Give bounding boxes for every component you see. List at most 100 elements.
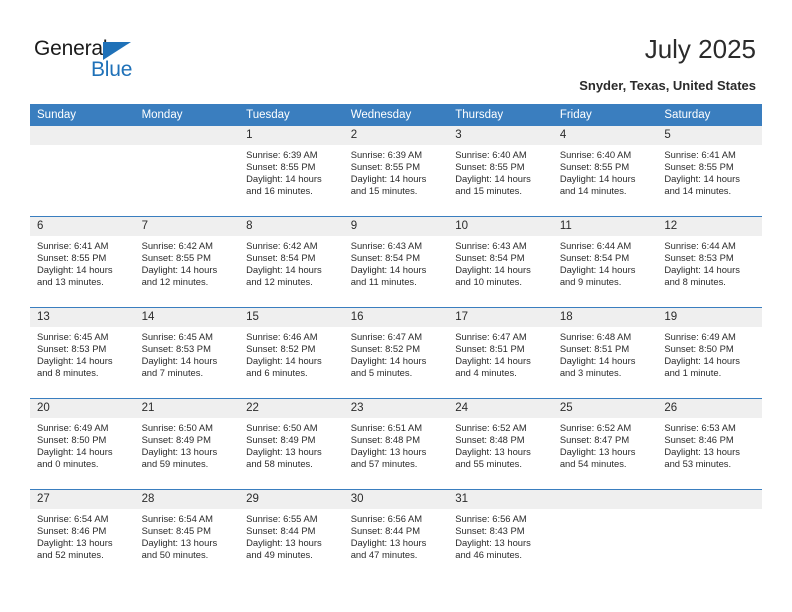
day-cell[interactable]: 20 Sunrise: 6:49 AM Sunset: 8:50 PM Dayligh… (30, 399, 135, 489)
sunset-text: Sunset: 8:55 PM (350, 160, 420, 172)
day-cell[interactable]: 24 Sunrise: 6:52 AM Sunset: 8:48 PM Dayligh… (448, 399, 553, 489)
sunset-text: Sunset: 8:54 PM (350, 251, 420, 263)
day-cell[interactable]: 22 Sunrise: 6:50 AM Sunset: 8:49 PM Dayligh… (239, 399, 344, 489)
day-cell[interactable]: 16 Sunrise: 6:47 AM Sunset: 8:52 PM Dayligh… (343, 308, 449, 398)
day-cell[interactable]: 31 Sunrise: 6:56 AM Sunset: 8:43 PM Dayligh… (448, 490, 553, 580)
sunset-text: Sunset: 8:49 PM (141, 433, 211, 445)
day-cell[interactable]: 6 Sunrise: 6:41 AM Sunset: 8:55 PM Daylight… (30, 217, 135, 307)
day-number: 16 (343, 308, 449, 327)
day-number: 25 (552, 399, 658, 418)
day-number: 30 (343, 490, 449, 509)
sunset-text: Sunset: 8:52 PM (350, 342, 420, 354)
day-cell[interactable]: 17 Sunrise: 6:47 AM Sunset: 8:51 PM Dayligh… (448, 308, 553, 398)
calendar-cell: 18 Sunrise: 6:48 AM Sunset: 8:51 PM Dayligh… (552, 307, 658, 399)
calendar-cell: 5 Sunrise: 6:41 AM Sunset: 8:55 PM Daylight… (657, 126, 762, 217)
day-number: 6 (30, 217, 135, 236)
day-cell[interactable]: 29 Sunrise: 6:55 AM Sunset: 8:44 PM Dayligh… (239, 490, 344, 580)
day-cell[interactable]: 26 Sunrise: 6:53 AM Sunset: 8:46 PM Dayligh… (657, 399, 762, 489)
day-number: 18 (552, 308, 658, 327)
calendar-cell: 13 Sunrise: 6:45 AM Sunset: 8:53 PM Dayligh… (30, 307, 135, 399)
day-cell-empty (134, 126, 240, 216)
page-header: General Blue July 2025 Snyder, Texas, Un… (0, 0, 792, 104)
day-number: 4 (552, 126, 658, 145)
calendar-cell: 14 Sunrise: 6:45 AM Sunset: 8:53 PM Dayligh… (134, 307, 240, 399)
page-title: July 2025 (644, 34, 756, 64)
daylight-text: Daylight: 14 hours and 7 minutes. (141, 354, 218, 378)
day-cell[interactable]: 27 Sunrise: 6:54 AM Sunset: 8:46 PM Dayligh… (30, 490, 135, 580)
day-cell[interactable]: 30 Sunrise: 6:56 AM Sunset: 8:44 PM Dayligh… (343, 490, 449, 580)
sunrise-text: Sunrise: 6:45 AM (141, 331, 213, 342)
day-info: Sunrise: 6:55 AM Sunset: 8:44 PM Daylight:… (239, 509, 344, 561)
sunrise-text: Sunrise: 6:44 AM (664, 240, 736, 251)
day-number: 2 (343, 126, 449, 145)
daylight-text: Daylight: 14 hours and 12 minutes. (246, 263, 322, 287)
calendar-cell: 4 Sunrise: 6:40 AM Sunset: 8:55 PM Daylight… (552, 126, 658, 217)
sunset-text: Sunset: 8:53 PM (664, 251, 734, 263)
day-cell[interactable]: 7 Sunrise: 6:42 AM Sunset: 8:55 PM Daylight… (134, 217, 240, 307)
day-number: 8 (239, 217, 344, 236)
sunset-text: Sunset: 8:55 PM (559, 160, 630, 172)
sunrise-text: Sunrise: 6:50 AM (141, 422, 213, 433)
daylight-text: Daylight: 14 hours and 5 minutes. (350, 354, 427, 378)
sunset-text: Sunset: 8:54 PM (246, 251, 316, 263)
day-cell[interactable]: 3 Sunrise: 6:40 AM Sunset: 8:55 PM Daylight… (448, 126, 553, 216)
sunset-text: Sunset: 8:44 PM (350, 524, 420, 536)
day-cell[interactable]: 15 Sunrise: 6:46 AM Sunset: 8:52 PM Dayligh… (239, 308, 344, 398)
generalblue-logo[interactable]: General Blue (34, 38, 174, 88)
day-number: 10 (448, 217, 553, 236)
calendar-week-row: 20 Sunrise: 6:49 AM Sunset: 8:50 PM Dayligh… (30, 398, 762, 490)
day-info: Sunrise: 6:42 AM Sunset: 8:54 PM Daylight:… (239, 236, 344, 288)
day-cell[interactable]: 19 Sunrise: 6:49 AM Sunset: 8:50 PM Dayligh… (657, 308, 762, 398)
day-cell[interactable]: 10 Sunrise: 6:43 AM Sunset: 8:54 PM Dayligh… (448, 217, 553, 307)
sunset-text: Sunset: 8:55 PM (37, 251, 107, 263)
sunset-text: Sunset: 8:53 PM (37, 342, 107, 354)
day-cell[interactable]: 4 Sunrise: 6:40 AM Sunset: 8:55 PM Daylight… (552, 126, 658, 216)
sunrise-text: Sunrise: 6:48 AM (559, 331, 632, 342)
day-info: Sunrise: 6:51 AM Sunset: 8:48 PM Daylight:… (344, 418, 449, 470)
day-cell[interactable]: 12 Sunrise: 6:44 AM Sunset: 8:53 PM Dayligh… (657, 217, 762, 307)
day-cell[interactable]: 11 Sunrise: 6:44 AM Sunset: 8:54 PM Dayligh… (552, 217, 658, 307)
sunrise-text: Sunrise: 6:43 AM (350, 240, 423, 251)
day-info: Sunrise: 6:49 AM Sunset: 8:50 PM Daylight:… (30, 418, 135, 470)
calendar-week-row: 1 Sunrise: 6:39 AM Sunset: 8:55 PM Daylight… (30, 126, 762, 217)
calendar-header-row: Sunday Monday Tuesday Wednesday Thursday Frid… (30, 104, 762, 126)
day-cell[interactable]: 8 Sunrise: 6:42 AM Sunset: 8:54 PM Daylight… (239, 217, 344, 307)
day-info: Sunrise: 6:40 AM Sunset: 8:55 PM Daylight:… (448, 145, 553, 197)
calendar-cell: 15 Sunrise: 6:46 AM Sunset: 8:52 PM Dayligh… (239, 307, 344, 399)
calendar-cell: 28 Sunrise: 6:54 AM Sunset: 8:45 PM Dayligh… (134, 489, 240, 580)
daylight-text: Daylight: 14 hours and 13 minutes. (37, 263, 113, 287)
day-cell[interactable]: 25 Sunrise: 6:52 AM Sunset: 8:47 PM Dayligh… (552, 399, 658, 489)
day-cell[interactable]: 9 Sunrise: 6:43 AM Sunset: 8:54 PM Daylight… (343, 217, 449, 307)
sunrise-text: Sunrise: 6:47 AM (455, 331, 527, 342)
calendar-cell: 10 Sunrise: 6:43 AM Sunset: 8:54 PM Dayligh… (448, 216, 553, 308)
calendar-cell: 1 Sunrise: 6:39 AM Sunset: 8:55 PM Daylight… (239, 126, 344, 217)
day-cell[interactable]: 2 Sunrise: 6:39 AM Sunset: 8:55 PM Daylight… (343, 126, 449, 216)
logo-text-blue: Blue (91, 58, 133, 81)
calendar-cell: 11 Sunrise: 6:44 AM Sunset: 8:54 PM Dayligh… (552, 216, 658, 308)
day-info: Sunrise: 6:47 AM Sunset: 8:51 PM Daylight:… (448, 327, 553, 379)
sunset-text: Sunset: 8:55 PM (246, 160, 316, 172)
day-cell[interactable]: 23 Sunrise: 6:51 AM Sunset: 8:48 PM Dayligh… (343, 399, 449, 489)
sunset-text: Sunset: 8:54 PM (559, 251, 630, 263)
sunset-text: Sunset: 8:50 PM (37, 433, 107, 445)
day-cell[interactable]: 14 Sunrise: 6:45 AM Sunset: 8:53 PM Dayligh… (134, 308, 240, 398)
calendar-cell: 8 Sunrise: 6:42 AM Sunset: 8:54 PM Daylight… (239, 216, 344, 308)
calendar-cell (552, 489, 658, 580)
sunrise-text: Sunrise: 6:54 AM (141, 513, 213, 524)
day-cell[interactable]: 21 Sunrise: 6:50 AM Sunset: 8:49 PM Dayligh… (134, 399, 240, 489)
day-cell[interactable]: 13 Sunrise: 6:45 AM Sunset: 8:53 PM Dayligh… (30, 308, 135, 398)
day-cell[interactable]: 1 Sunrise: 6:39 AM Sunset: 8:55 PM Daylight… (239, 126, 344, 216)
calendar-page: General Blue July 2025 Snyder, Texas, Un… (0, 0, 792, 612)
calendar-cell: 22 Sunrise: 6:50 AM Sunset: 8:49 PM Dayligh… (239, 398, 344, 490)
calendar-cell: 3 Sunrise: 6:40 AM Sunset: 8:55 PM Daylight… (448, 126, 553, 217)
sunrise-text: Sunrise: 6:52 AM (455, 422, 527, 433)
day-cell[interactable]: 28 Sunrise: 6:54 AM Sunset: 8:45 PM Dayligh… (134, 490, 240, 580)
day-cell[interactable]: 18 Sunrise: 6:48 AM Sunset: 8:51 PM Dayligh… (552, 308, 658, 398)
calendar-body: 1 Sunrise: 6:39 AM Sunset: 8:55 PM Daylight… (30, 126, 762, 580)
day-number: 20 (30, 399, 135, 418)
sunrise-text: Sunrise: 6:51 AM (350, 422, 423, 433)
calendar-week-row: 27 Sunrise: 6:54 AM Sunset: 8:46 PM Dayligh… (30, 489, 762, 580)
day-number: 17 (448, 308, 553, 327)
day-number: 28 (134, 490, 240, 509)
day-cell[interactable]: 5 Sunrise: 6:41 AM Sunset: 8:55 PM Daylight… (657, 126, 762, 216)
